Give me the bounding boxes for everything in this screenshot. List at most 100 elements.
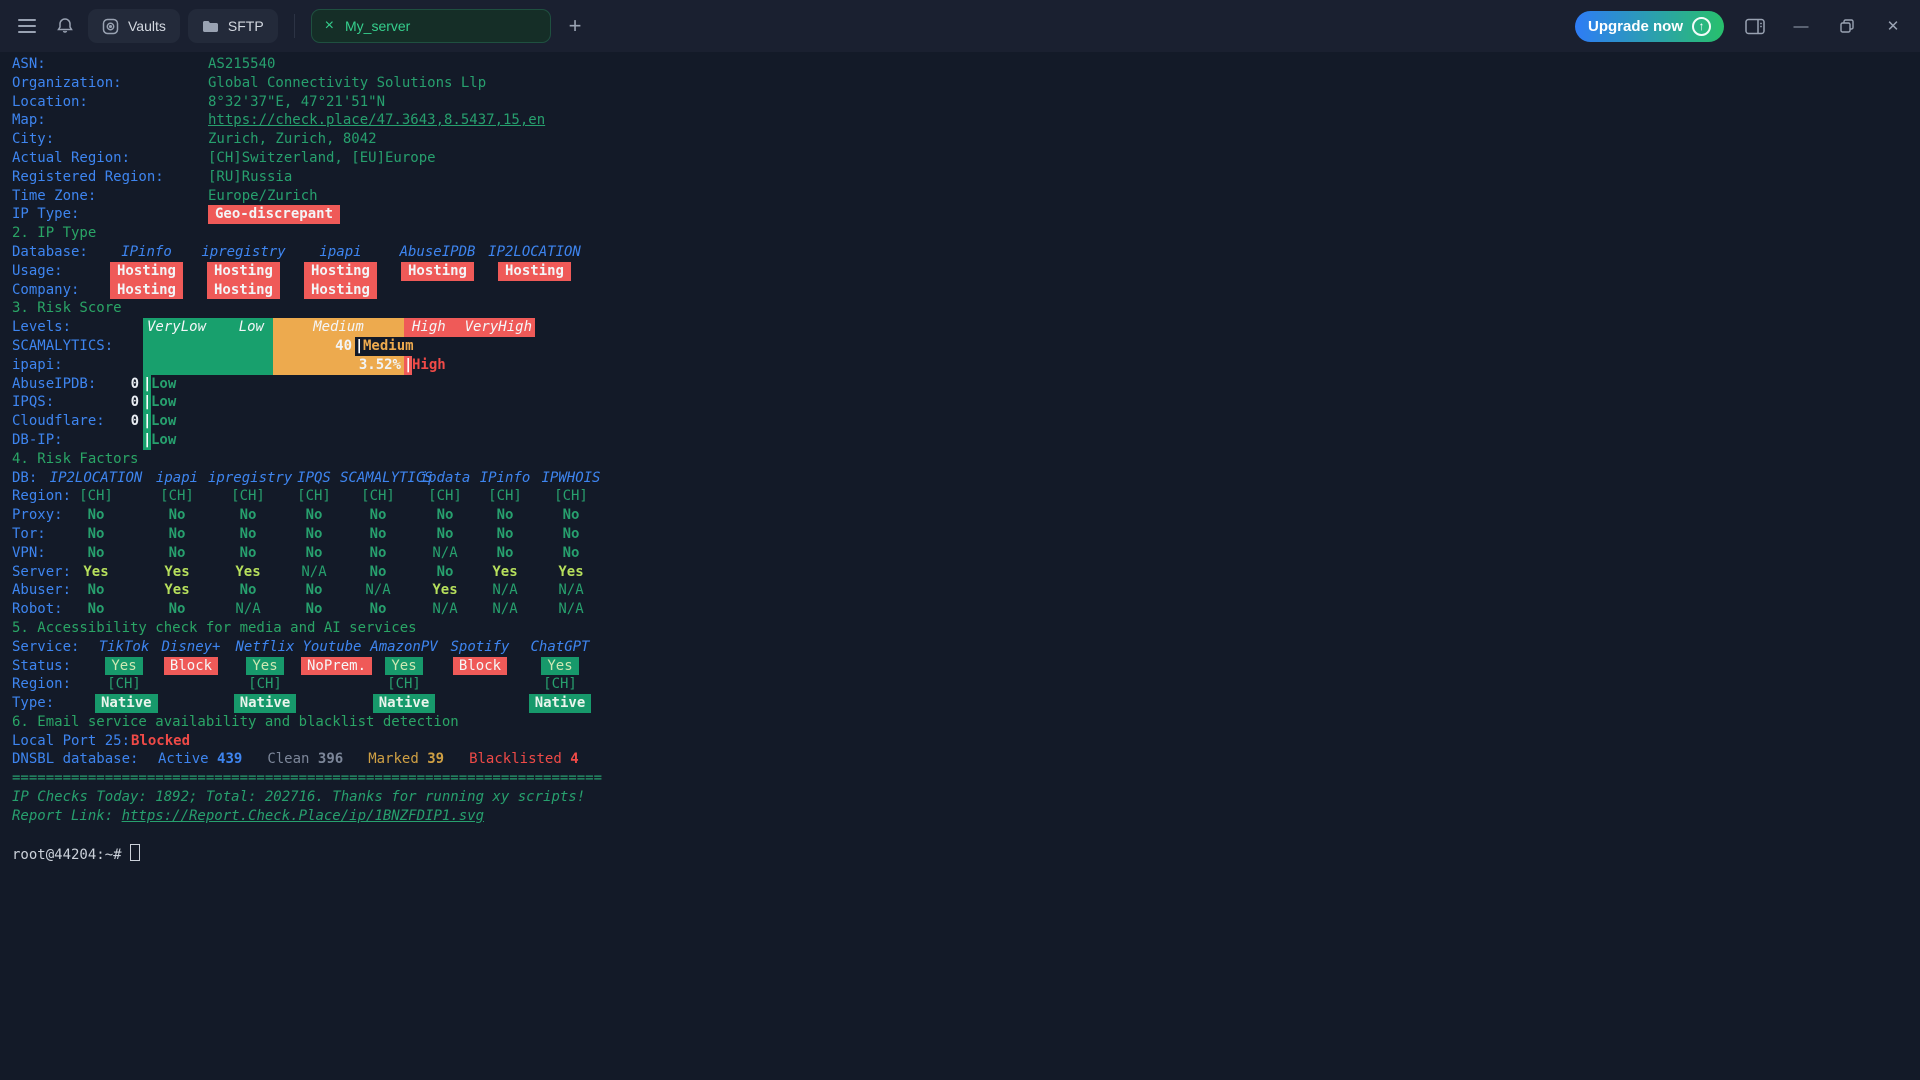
level-label: High (412, 318, 446, 337)
terminal-line: Actual Region:[CH]Switzerland, [EU]Europ… (12, 149, 1920, 168)
tab-my-server[interactable]: × My_server (311, 9, 551, 43)
field-label: ASN: (12, 55, 208, 74)
table-cell: No (146, 600, 208, 619)
row-label: Robot: (12, 600, 46, 619)
region-cell: [CH] (515, 675, 605, 694)
score-bar-orange: 3.52% (273, 356, 404, 375)
sidebar-toggle-button[interactable] (1740, 9, 1770, 43)
type-badge: Native (529, 694, 592, 713)
title-bar: Vaults SFTP × My_server + Upgrade now ↑ … (0, 0, 1920, 52)
db-header: IPWHOIS (536, 469, 606, 488)
dnsbl-blacklisted: Blacklisted 4 (469, 751, 579, 767)
close-button[interactable]: ✕ (1878, 9, 1908, 43)
terminal-line: Type:NativeNativeNativeNative (12, 694, 1920, 713)
status-badge: NoPrem. (301, 657, 372, 676)
menu-button[interactable] (12, 9, 42, 43)
field-label: Status: (12, 657, 95, 676)
table-cell: N/A (416, 544, 474, 563)
levels-bar-green: VeryLowLow (143, 318, 273, 337)
minimize-button[interactable]: — (1786, 9, 1816, 43)
field-label: DB-IP: (12, 431, 143, 450)
section-title: 4. Risk Factors (12, 450, 1920, 469)
terminal-line: VPN:NoNoNoNoNoN/ANoNo (12, 544, 1920, 563)
table-cell: Yes (146, 581, 208, 600)
table-cell: N/A (474, 581, 536, 600)
field-value: Europe/Zurich (208, 188, 318, 204)
terminal-line: Levels:VeryLowLowMediumHighVeryHigh (12, 318, 1920, 337)
table-cell: [CH] (288, 487, 340, 506)
terminal-line: ipapi:3.52%|High (12, 356, 1920, 375)
db-header: ipdata (416, 469, 474, 488)
table-cell: N/A (288, 563, 340, 582)
table-cell: Yes (416, 581, 474, 600)
level-label: Low (239, 318, 264, 337)
new-tab-button[interactable]: + (569, 13, 582, 39)
usage-badge: Hosting (304, 262, 377, 281)
db-header: IP2LOCATION (486, 243, 583, 262)
field-label: Service: (12, 638, 95, 657)
field-label: SCAMALYTICS: (12, 337, 143, 356)
dnsbl-active: Active 439 (158, 751, 242, 767)
notifications-button[interactable] (50, 9, 80, 43)
table-cell: No (288, 581, 340, 600)
score-value: 0 (131, 375, 139, 394)
table-cell: No (474, 544, 536, 563)
hamburger-icon (18, 15, 36, 37)
terminal-cursor[interactable] (130, 844, 140, 861)
spacer (12, 826, 1920, 845)
status-badge: Block (164, 657, 218, 676)
region-cell: [CH] (229, 675, 301, 694)
table-cell: No (416, 525, 474, 544)
table-cell: [CH] (340, 487, 416, 506)
table-cell: N/A (536, 581, 606, 600)
terminal-line: Region:[CH][CH][CH][CH][CH][CH][CH][CH] (12, 487, 1920, 506)
score-level: Medium (363, 338, 414, 354)
field-label: Type: (12, 694, 95, 713)
table-cell: No (340, 544, 416, 563)
score-level: High (412, 357, 446, 373)
db-header: SCAMALYTICS (340, 469, 416, 488)
db-header: IPinfo (474, 469, 536, 488)
upgrade-button[interactable]: Upgrade now ↑ (1575, 11, 1724, 42)
field-label: IPQS:0 (12, 393, 143, 412)
maximize-button[interactable] (1832, 9, 1862, 43)
service-header: Netflix (229, 638, 301, 657)
db-header: ipregistry (195, 243, 292, 262)
terminal-line: Database:IPinfoipregistryipapiAbuseIPDBI… (12, 243, 1920, 262)
table-cell: No (208, 544, 288, 563)
field-label: Organization: (12, 74, 208, 93)
table-cell: No (146, 506, 208, 525)
service-header: ChatGPT (515, 638, 605, 657)
score-marker: | (143, 412, 151, 431)
sftp-button[interactable]: SFTP (188, 9, 278, 43)
field-value: [RU]Russia (208, 169, 292, 185)
field-label: Local Port 25: (12, 732, 131, 751)
section-title: 2. IP Type (12, 224, 1920, 243)
dnsbl-marked: Marked 39 (368, 751, 444, 767)
type-badge: Native (373, 694, 436, 713)
db-header: ipapi (292, 243, 389, 262)
upgrade-arrow-icon: ↑ (1692, 17, 1711, 36)
report-link[interactable]: https://Report.Check.Place/ip/1BNZFDIP1.… (122, 808, 484, 824)
terminal[interactable]: ASN:AS215540 Organization:Global Connect… (0, 52, 1920, 1080)
table-cell: No (46, 525, 146, 544)
table-cell: No (288, 600, 340, 619)
prompt-text: root@44204:~# (12, 847, 122, 863)
vaults-button[interactable]: Vaults (88, 9, 180, 43)
row-label: Server: (12, 563, 46, 582)
terminal-line: Region:[CH][CH][CH][CH] (12, 675, 1920, 694)
status-badge: Yes (105, 657, 142, 676)
usage-badge: Hosting (110, 262, 183, 281)
usage-badge: Hosting (498, 262, 571, 281)
separator-line: ========================================… (12, 769, 1920, 788)
close-tab-icon[interactable]: × (325, 18, 334, 34)
map-link[interactable]: https://check.place/47.3643,8.5437,15,en (208, 112, 545, 128)
table-cell: [CH] (146, 487, 208, 506)
field-label: IP Type: (12, 205, 208, 224)
geo-discrepant-badge: Geo-discrepant (208, 205, 340, 224)
score-marker: | (143, 431, 151, 450)
field-label: DB: (12, 469, 46, 488)
field-label: ipapi: (12, 356, 143, 375)
titlebar-right: Upgrade now ↑ — ✕ (1575, 9, 1908, 43)
score-bar-green (143, 337, 273, 356)
